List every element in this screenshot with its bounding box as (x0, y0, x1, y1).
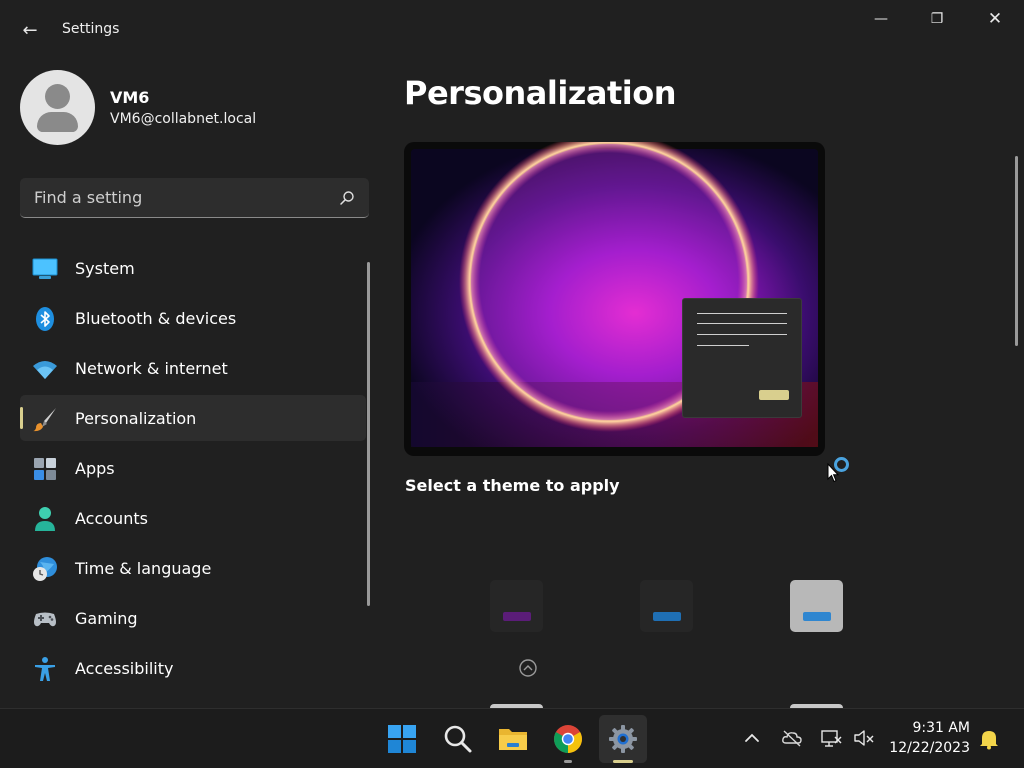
mouse-cursor-icon (827, 463, 839, 483)
theme-heading: Select a theme to apply (405, 476, 620, 495)
sidebar-item-apps[interactable]: Apps (20, 445, 366, 491)
preview-window (682, 298, 802, 418)
search-input[interactable] (20, 178, 330, 216)
avatar-body (37, 112, 78, 132)
accessibility-icon (35, 657, 55, 681)
sidebar-item-bluetooth[interactable]: Bluetooth & devices (20, 295, 366, 341)
sidebar-item-label: Time & language (75, 559, 212, 578)
file-explorer-icon (499, 729, 527, 750)
sidebar-item-personalization[interactable]: Personalization (20, 395, 366, 441)
chrome-icon (554, 725, 582, 753)
file-explorer-button[interactable] (489, 715, 537, 763)
chevron-up-icon[interactable] (741, 727, 763, 749)
sidebar-item-label: Accounts (75, 509, 148, 528)
avatar-head (45, 84, 70, 109)
sidebar-item-label: Bluetooth & devices (75, 309, 237, 328)
sidebar-item-gaming[interactable]: Gaming (20, 595, 366, 641)
windows-start-icon (388, 725, 416, 753)
theme-accent-bar (803, 612, 831, 621)
sidebar-item-label: System (75, 259, 135, 278)
taskbar: 9:31 AM 12/22/2023 (0, 708, 1024, 768)
maximize-button[interactable]: ❐ (914, 4, 960, 34)
sidebar-item-accessibility[interactable]: Accessibility (20, 645, 366, 691)
globe-clock-icon (33, 557, 57, 581)
network-icon[interactable] (820, 727, 842, 749)
sidebar-item-system[interactable]: System (20, 245, 366, 291)
search-box[interactable] (20, 178, 369, 218)
chrome-running-indicator (564, 760, 572, 763)
wifi-icon (33, 361, 57, 379)
preview-line (697, 345, 749, 346)
apps-icon (34, 458, 56, 480)
sidebar-item-label: Apps (75, 459, 115, 478)
page-title: Personalization (404, 74, 677, 112)
paintbrush-icon (33, 408, 56, 432)
theme-tile-dark[interactable] (640, 580, 693, 632)
theme-accent-bar (653, 612, 681, 621)
clock-date[interactable]: 12/22/2023 (889, 740, 970, 756)
title-bar: ← Settings — ❐ ✕ (0, 0, 1024, 56)
theme-accent-bar (503, 612, 531, 621)
sidebar-scrollbar[interactable] (367, 262, 370, 606)
bluetooth-icon (36, 307, 54, 331)
preview-accent-button (759, 390, 789, 400)
onedrive-offline-icon[interactable] (781, 727, 803, 749)
settings-button[interactable] (599, 715, 647, 763)
volume-muted-icon[interactable] (853, 727, 875, 749)
chrome-button[interactable] (544, 715, 592, 763)
clock-time[interactable]: 9:31 AM (912, 720, 970, 736)
settings-active-indicator (613, 760, 633, 763)
gamepad-icon (34, 612, 56, 627)
theme-tile-light[interactable] (790, 580, 843, 632)
sidebar-item-label: Network & internet (75, 359, 228, 378)
user-name: VM6 (110, 88, 150, 107)
sidebar-item-accounts[interactable]: Accounts (20, 495, 366, 541)
user-email: VM6@collabnet.local (110, 111, 257, 127)
minimize-button[interactable]: — (858, 4, 904, 34)
close-button[interactable]: ✕ (972, 4, 1018, 34)
preview-line (697, 313, 787, 314)
back-button[interactable]: ← (16, 18, 44, 44)
settings-icon (609, 725, 637, 753)
notification-bell-icon[interactable] (978, 728, 1000, 750)
search-icon[interactable] (339, 190, 355, 206)
theme-selected-icon (519, 659, 537, 677)
theme-tile-glow[interactable] (490, 580, 543, 632)
search-icon (444, 725, 472, 753)
sidebar-item-label: Accessibility (75, 659, 174, 678)
taskbar-search-button[interactable] (434, 715, 482, 763)
start-button[interactable] (378, 715, 426, 763)
monitor-icon (32, 258, 58, 279)
sidebar-item-label: Gaming (75, 609, 138, 628)
preview-line (697, 323, 787, 324)
main-scrollbar[interactable] (1015, 156, 1018, 346)
sidebar-item-time-language[interactable]: Time & language (20, 545, 366, 591)
window-title: Settings (62, 21, 120, 37)
sidebar-item-network[interactable]: Network & internet (20, 345, 366, 391)
person-icon (35, 507, 55, 531)
preview-line (697, 334, 787, 335)
avatar[interactable] (20, 70, 95, 145)
sidebar-item-label: Personalization (75, 409, 197, 428)
theme-preview (404, 142, 825, 456)
